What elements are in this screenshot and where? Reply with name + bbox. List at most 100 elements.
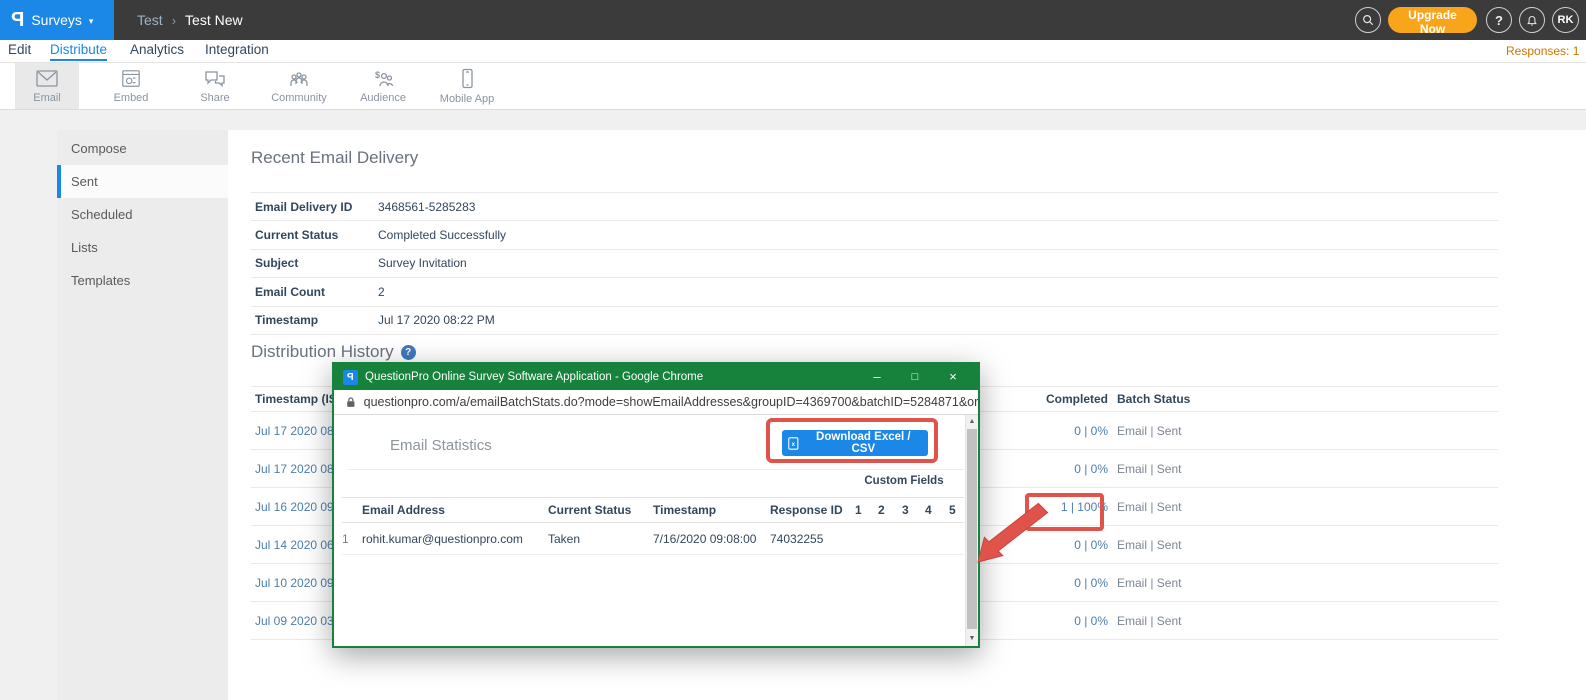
breadcrumb-parent[interactable]: Test [137,12,163,28]
sidebar-item-compose[interactable]: Compose [57,132,228,165]
distribution-history-title-text: Distribution History [251,342,394,362]
recent-delivery-title: Recent Email Delivery [251,148,418,168]
row-label: Email Count [251,285,376,299]
scroll-up-icon[interactable]: ▲ [966,416,978,428]
sidebar-item-scheduled[interactable]: Scheduled [57,198,228,231]
distribution-help-button[interactable]: ? [401,345,416,360]
column-header-timestamp: Timestamp [653,503,716,517]
email-statistics-popup-window: P QuestionPro Online Survey Software App… [332,362,980,648]
embed-icon [120,69,142,89]
tab-analytics[interactable]: Analytics [130,42,184,59]
popup-window-title: QuestionPro Online Survey Software Appli… [365,371,858,383]
excel-file-icon: x [788,437,799,450]
row-label: Email Delivery ID [251,200,376,214]
completed-link[interactable]: 0 | 0% [994,538,1108,552]
breadcrumb-separator-icon: › [172,13,176,28]
toolbar-item-share[interactable]: Share [183,63,247,109]
sidebar-item-lists[interactable]: Lists [57,231,228,264]
row-index: 1 [342,532,349,546]
popup-scrollbar[interactable]: ▲ ▼ [965,415,978,646]
email-sidebar: Compose Sent Scheduled Lists Templates [57,130,228,700]
mobile-app-icon [457,68,477,90]
section-tabbar: Edit Distribute Analytics Integration Re… [0,40,1586,63]
batch-status-text: Email | Sent [1117,462,1181,476]
table-row: Subject Survey Invitation [251,249,1498,277]
svg-text:x: x [792,442,796,448]
batch-status-text: Email | Sent [1117,614,1181,628]
row-response-id: 74032255 [770,532,823,546]
app-root: P Surveys ▾ Test › Test New Upgrade Now … [0,0,1586,700]
row-value: Jul 17 2020 08:22 PM [376,313,495,327]
completed-link-highlighted[interactable]: 1 | 100% [994,500,1108,514]
questionpro-logo-icon: P [11,9,24,32]
recent-delivery-table: Email Delivery ID 3468561-5285283 Curren… [251,192,1498,335]
upgrade-now-button[interactable]: Upgrade Now [1388,7,1477,33]
toolbar-item-email[interactable]: Email [15,63,79,109]
toolbar-item-label: Mobile App [440,93,494,105]
scroll-down-icon[interactable]: ▼ [966,633,978,645]
toolbar-item-mobile-app[interactable]: Mobile App [435,63,499,109]
row-label: Subject [251,256,376,270]
email-statistics-heading: Email Statistics [390,437,492,454]
column-header-status: Current Status [548,503,631,517]
download-excel-csv-button[interactable]: x Download Excel / CSV [782,430,928,456]
distribution-history-title: Distribution History ? [251,342,416,362]
completed-link[interactable]: 0 | 0% [994,576,1108,590]
popup-titlebar[interactable]: P QuestionPro Online Survey Software App… [334,364,978,390]
sidebar-item-templates[interactable]: Templates [57,264,228,297]
help-icon: ? [405,347,411,358]
row-label: Current Status [251,228,376,242]
popup-table-header-row: Email Address Current Status Timestamp R… [342,497,964,523]
completed-link[interactable]: 0 | 0% [994,424,1108,438]
popup-url-text: questionpro.com/a/emailBatchStats.do?mod… [364,395,978,409]
column-header-cf1: 1 [855,503,862,517]
divider [348,469,964,470]
community-icon [287,69,311,89]
product-name: Surveys [31,12,82,28]
row-status: Taken [548,532,580,546]
toolbar-item-label: Email [33,92,61,104]
table-row: Timestamp Jul 17 2020 08:22 PM [251,306,1498,334]
maximize-button[interactable]: □ [896,364,934,390]
close-button[interactable]: × [934,364,972,390]
tab-edit[interactable]: Edit [8,42,31,59]
toolbar-item-audience[interactable]: $ Audience [351,63,415,109]
popup-address-bar[interactable]: questionpro.com/a/emailBatchStats.do?mod… [334,390,978,415]
email-icon [35,69,59,89]
column-header-cf3: 3 [902,503,909,517]
column-header-cf5: 5 [949,503,956,517]
row-value: Completed Successfully [376,228,506,242]
row-value: 3468561-5285283 [376,200,475,214]
batch-status-text: Email | Sent [1117,424,1181,438]
toolbar-item-embed[interactable]: Embed [99,63,163,109]
column-header-completed: Completed [958,392,1108,406]
svg-text:$: $ [375,70,380,80]
toolbar-item-label: Audience [360,92,406,104]
help-icon: ? [1495,13,1503,28]
help-button[interactable]: ? [1486,7,1512,33]
table-row: Email Count 2 [251,277,1498,305]
tab-distribute[interactable]: Distribute [50,42,107,61]
scrollbar-thumb[interactable] [967,429,977,629]
completed-link[interactable]: 0 | 0% [994,462,1108,476]
tab-integration[interactable]: Integration [205,42,269,59]
questionpro-favicon-icon: P [343,370,358,385]
search-button[interactable] [1355,7,1381,33]
column-header-batch-status: Batch Status [1117,392,1190,406]
download-button-label: Download Excel / CSV [805,431,922,455]
minimize-button[interactable]: – [858,364,896,390]
breadcrumb-current: Test New [185,12,243,28]
row-value: Survey Invitation [376,256,467,270]
user-avatar[interactable]: RK [1552,7,1579,33]
distribute-toolbar: Email Embed Share Community $ [0,63,1586,110]
toolbar-item-label: Embed [114,92,149,104]
column-header-cf2: 2 [878,503,885,517]
responses-count[interactable]: Responses: 1 [1506,44,1579,58]
toolbar-item-community[interactable]: Community [267,63,331,109]
popup-table-row: 1 rohit.kumar@questionpro.com Taken 7/16… [342,523,964,555]
sidebar-item-sent[interactable]: Sent [57,165,228,198]
column-header-response-id: Response ID [770,503,843,517]
completed-link[interactable]: 0 | 0% [994,614,1108,628]
surveys-menu-button[interactable]: P Surveys ▾ [0,0,114,40]
notifications-button[interactable] [1519,7,1545,33]
